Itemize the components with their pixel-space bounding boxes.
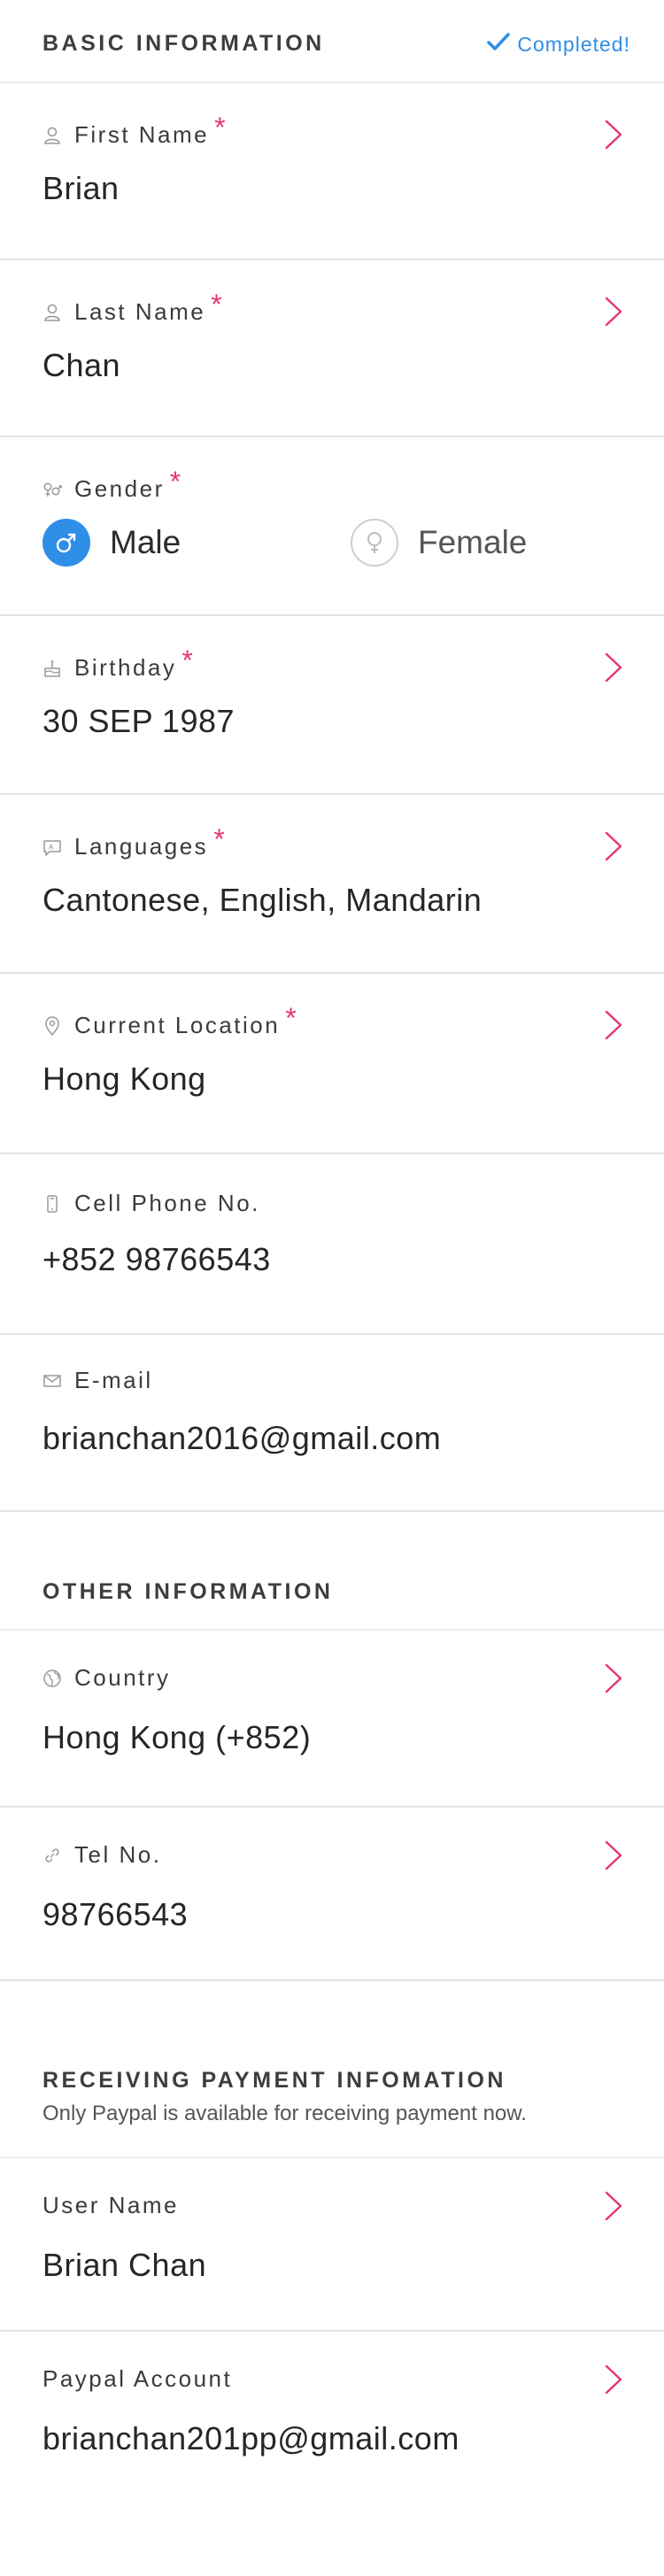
gender-icon [42,480,62,499]
tel-no-row[interactable]: Tel No. 98766543 [0,1808,664,1981]
mobile-phone-icon [42,1194,62,1214]
email-row[interactable]: E-mail brianchan2016@gmail.com [0,1335,664,1512]
chevron-right-icon[interactable] [604,1839,623,1871]
last-name-label: Last Name [74,298,206,325]
paypal-account-row[interactable]: Paypal Account brianchan201pp@gmail.com [0,2332,664,2509]
required-marker: * [213,823,228,855]
chevron-right-icon[interactable] [604,2364,623,2395]
payment-info-subtitle: Only Paypal is available for receiving p… [42,2102,527,2125]
required-marker: * [211,289,225,320]
envelope-icon [42,1371,62,1391]
link-icon [42,1846,62,1865]
country-value: Hong Kong (+852) [42,1719,312,1755]
country-label: Country [74,1664,171,1691]
checkmark-icon [487,32,511,57]
other-info-header: OTHER INFORMATION [0,1512,664,1631]
current-location-row[interactable]: Current Location * Hong Kong [0,974,664,1154]
gender-option-female[interactable]: Female [351,519,527,567]
paypal-account-value: brianchan201pp@gmail.com [42,2420,459,2456]
basic-info-header: BASIC INFORMATION Completed! [0,0,664,83]
person-icon [42,303,62,322]
birthday-label: Birthday [74,654,177,681]
last-name-value: Chan [42,347,121,383]
gender-label: Gender [74,475,165,502]
user-name-label: User Name [42,2192,179,2218]
male-label: Male [110,524,181,560]
payment-info-title: RECEIVING PAYMENT INFOMATION [42,2068,506,2093]
chevron-right-icon[interactable] [604,830,623,862]
email-label: E-mail [74,1367,153,1393]
required-marker: * [181,644,196,676]
languages-row[interactable]: A Languages * Cantonese, English, Mandar… [0,795,664,974]
first-name-row[interactable]: First Name * Brian [0,83,664,260]
user-name-row[interactable]: User Name Brian Chan [0,2158,664,2332]
payment-info-header: RECEIVING PAYMENT INFOMATION Only Paypal… [0,1981,664,2158]
tel-no-value: 98766543 [42,1896,189,1932]
map-pin-icon [42,1015,62,1036]
male-radio-icon[interactable] [42,519,90,567]
gender-row: Gender * Male Female [0,437,664,616]
first-name-label: First Name [74,121,210,148]
other-info-title: OTHER INFORMATION [42,1579,334,1604]
user-name-value: Brian Chan [42,2247,207,2283]
languages-label: Languages [74,833,209,860]
globe-icon [42,1669,62,1688]
required-marker: * [214,112,228,143]
first-name-value: Brian [42,170,120,206]
chevron-right-icon[interactable] [604,119,623,150]
cake-icon [42,659,62,678]
birthday-value: 30 SEP 1987 [42,703,235,739]
chevron-right-icon[interactable] [604,296,623,328]
chevron-right-icon[interactable] [604,1009,623,1041]
chevron-right-icon[interactable] [604,1662,623,1694]
cell-phone-label: Cell Phone No. [74,1190,260,1216]
basic-info-title: BASIC INFORMATION [42,31,325,56]
person-icon [42,126,62,145]
svg-text:A: A [49,843,56,851]
paypal-account-label: Paypal Account [42,2365,233,2392]
required-marker: * [169,466,183,497]
speech-bubble-icon: A [42,837,62,857]
required-marker: * [285,1002,299,1034]
current-location-label: Current Location [74,1012,281,1038]
last-name-row[interactable]: Last Name * Chan [0,260,664,437]
birthday-row[interactable]: Birthday * 30 SEP 1987 [0,616,664,795]
current-location-value: Hong Kong [42,1060,206,1097]
completed-status-text: Completed! [517,32,630,56]
female-radio-icon[interactable] [351,519,398,567]
cell-phone-value: +852 98766543 [42,1241,271,1277]
languages-value: Cantonese, English, Mandarin [42,882,483,918]
tel-no-label: Tel No. [74,1841,162,1868]
chevron-right-icon[interactable] [604,652,623,683]
gender-option-male[interactable]: Male [42,519,181,567]
country-row[interactable]: Country Hong Kong (+852) [0,1631,664,1808]
completed-status: Completed! [487,32,630,57]
cell-phone-row[interactable]: Cell Phone No. +852 98766543 [0,1154,664,1335]
email-value: brianchan2016@gmail.com [42,1420,442,1456]
female-label: Female [418,524,528,560]
chevron-right-icon[interactable] [604,2190,623,2222]
